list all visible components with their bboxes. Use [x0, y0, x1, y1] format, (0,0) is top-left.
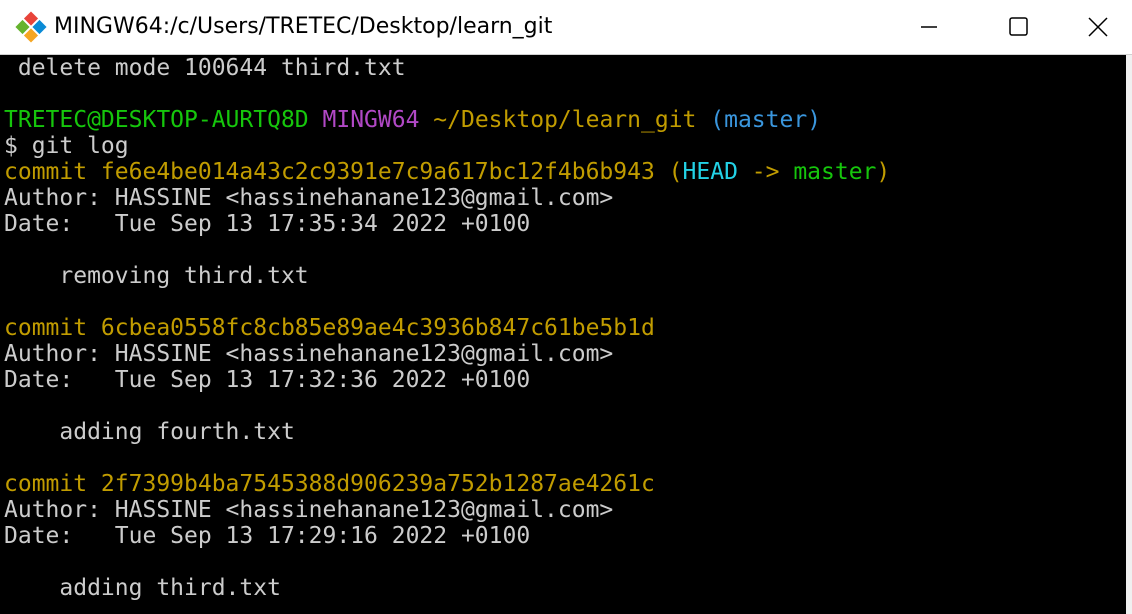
- commit-author: Author: HASSINE <hassinehanane123@gmail.…: [4, 341, 614, 367]
- output-line: delete mode 100644 third.txt: [4, 55, 406, 81]
- commit-author: Author: HASSINE <hassinehanane123@gmail.…: [4, 185, 614, 211]
- scrollbar[interactable]: [1126, 55, 1132, 614]
- terminal-window: MINGW64:/c/Users/TRETEC/Desktop/learn_gi…: [0, 0, 1132, 614]
- ref-close: ): [876, 159, 891, 185]
- maximize-button[interactable]: [974, 0, 1064, 54]
- ref-branch: master: [793, 159, 877, 185]
- ref-open: (: [654, 159, 683, 185]
- commit-hash-line: commit fe6e4be014a43c2c9391e7c9a617bc12f…: [4, 159, 890, 185]
- title-bar[interactable]: MINGW64:/c/Users/TRETEC/Desktop/learn_gi…: [0, 0, 1132, 55]
- commit-message: removing third.txt: [4, 263, 309, 289]
- commit-message: adding fourth.txt: [4, 419, 295, 445]
- commit-hash: commit 2f7399b4ba7545388d906239a752b1287…: [4, 471, 655, 497]
- command-line: $ git log: [4, 133, 129, 159]
- terminal-output[interactable]: delete mode 100644 third.txt TRETEC@DESK…: [0, 55, 1126, 614]
- prompt-user-host: TRETEC@DESKTOP-AURTQ8D: [4, 107, 309, 133]
- maximize-icon: [1009, 17, 1028, 36]
- minimize-icon: [921, 26, 937, 28]
- commit-date: Date: Tue Sep 13 17:32:36 2022 +0100: [4, 367, 531, 393]
- window-title: MINGW64:/c/Users/TRETEC/Desktop/learn_gi…: [54, 14, 553, 39]
- commit-date: Date: Tue Sep 13 17:29:16 2022 +0100: [4, 523, 531, 549]
- prompt-path: ~/Desktop/learn_git: [433, 107, 697, 133]
- ref-head: HEAD: [682, 159, 738, 185]
- prompt-line: TRETEC@DESKTOP-AURTQ8D MINGW64 ~/Desktop…: [4, 107, 821, 133]
- commit-hash: commit 6cbea0558fc8cb85e89ae4c3936b847c6…: [4, 315, 655, 341]
- commit-message: adding third.txt: [4, 575, 281, 601]
- commit-author: Author: HASSINE <hassinehanane123@gmail.…: [4, 497, 614, 523]
- close-icon: [1088, 17, 1108, 37]
- prompt-branch: (master): [710, 107, 822, 133]
- minimize-button[interactable]: [884, 0, 974, 54]
- commit-date: Date: Tue Sep 13 17:35:34 2022 +0100: [4, 211, 531, 237]
- close-button[interactable]: [1064, 0, 1132, 54]
- git-diamond-icon: [15, 11, 47, 43]
- ref-arrow: ->: [737, 159, 794, 185]
- commit-hash: commit fe6e4be014a43c2c9391e7c9a617bc12f…: [4, 159, 655, 185]
- prompt-shell: MINGW64: [322, 107, 420, 133]
